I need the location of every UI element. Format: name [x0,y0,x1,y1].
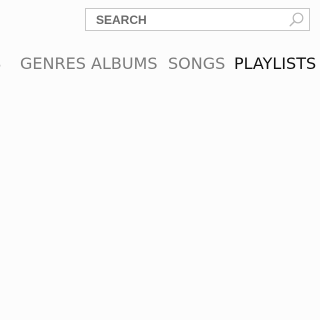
tab-songs[interactable]: SONGS [168,53,225,75]
tab-artists-partial[interactable]: S [0,53,1,75]
search-box[interactable] [85,8,310,31]
tab-albums[interactable]: ALBUMS [91,53,158,75]
tab-genres[interactable]: GENRES [20,53,86,75]
search-icon[interactable] [288,11,305,28]
search-input[interactable] [86,9,281,30]
tab-playlists[interactable]: PLAYLISTS [234,53,316,75]
music-library-view: S GENRES ALBUMS SONGS PLAYLISTS [0,0,320,320]
category-tabs: S GENRES ALBUMS SONGS PLAYLISTS [0,53,320,77]
